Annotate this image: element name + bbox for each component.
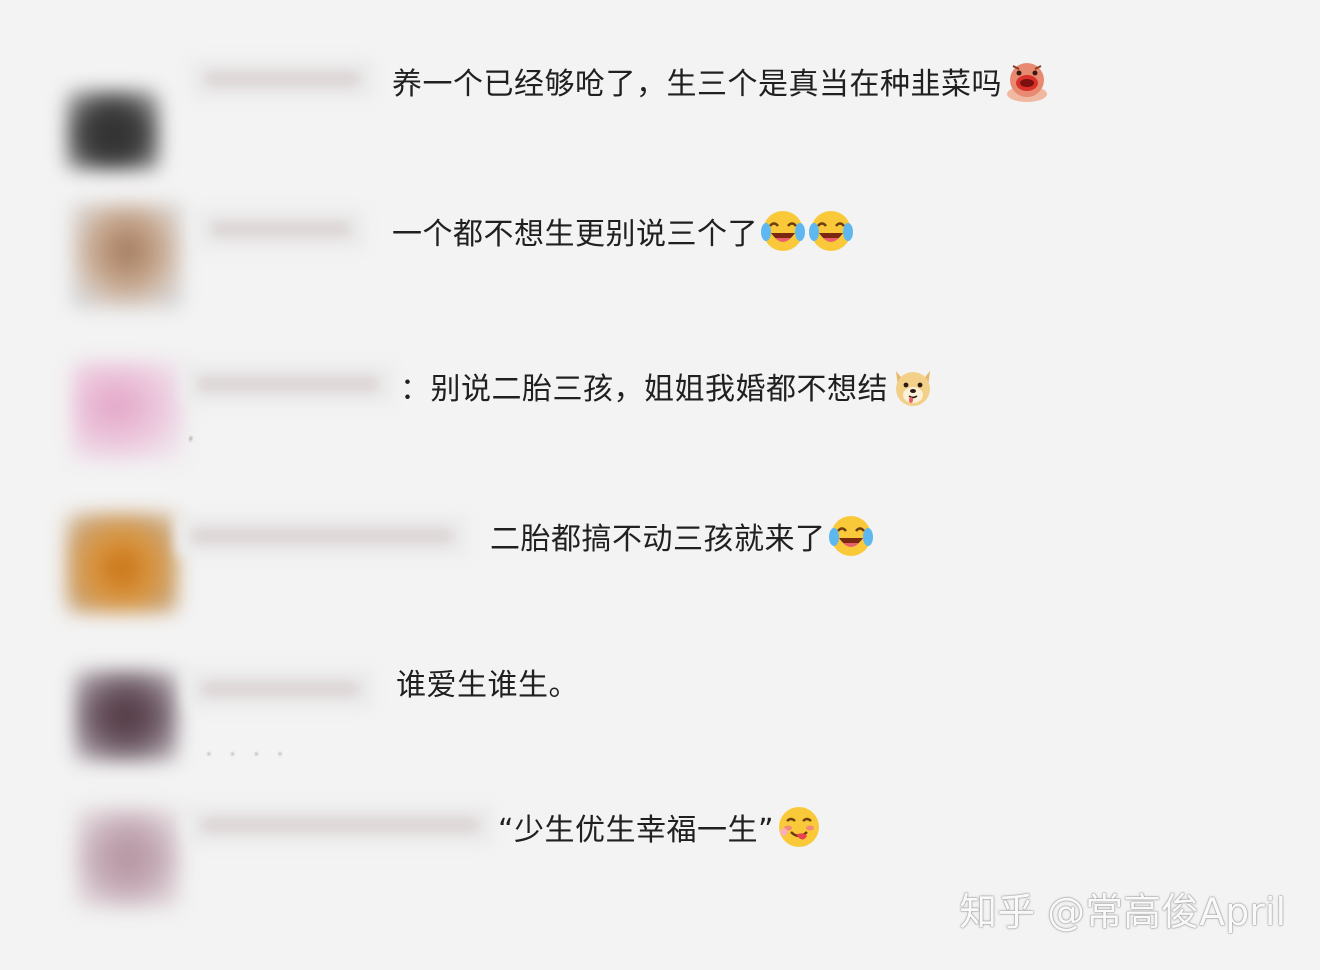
comment-item: 养一个已经够呛了，生三个是真当在种韭菜吗: [0, 40, 1320, 180]
username-blurred[interactable]: [176, 515, 468, 557]
avatar[interactable]: [66, 513, 178, 613]
avatar[interactable]: [72, 204, 182, 308]
comment-item: 一个都不想生更别说三个了: [0, 190, 1320, 330]
comment-text: ：别说二胎三孩，姐姐我婚都不想结: [400, 363, 936, 410]
username-blurred[interactable]: [186, 804, 494, 846]
laughing-crying-emoji-icon: [760, 208, 806, 254]
comment-text-content: 谁爱生谁生。: [396, 668, 579, 703]
comment-text-content: 一个都不想生更别说三个了: [392, 217, 758, 252]
comment-text-content: 二胎都搞不动三孩就来了: [490, 522, 826, 557]
comment-list: 养一个已经够呛了，生三个是真当在种韭菜吗 一个都不想生更别说三个了 , ：别说二…: [0, 0, 1320, 970]
blurred-mark: ,: [188, 423, 212, 444]
comment-text: “少生优生幸福一生”: [498, 804, 822, 851]
comment-text-content: ：别说二胎三孩，姐姐我婚都不想结: [400, 372, 888, 407]
username-blurred[interactable]: [196, 208, 366, 250]
doge-emoji-icon: [890, 363, 936, 409]
comment-text: 养一个已经够呛了，生三个是真当在种韭菜吗: [392, 58, 1050, 105]
comment-item: ···· 谁爱生谁生。: [0, 648, 1320, 788]
username-blurred[interactable]: [186, 668, 374, 710]
blurred-mark: ····: [206, 744, 301, 765]
avatar[interactable]: [66, 90, 160, 170]
comment-text-content: 养一个已经够呛了，生三个是真当在种韭菜吗: [392, 67, 1002, 102]
comment-item: , ：别说二胎三孩，姐姐我婚都不想结: [0, 345, 1320, 485]
yum-face-emoji-icon: [776, 804, 822, 850]
comment-text: 谁爱生谁生。: [396, 666, 579, 706]
laughing-crying-emoji-icon: [808, 208, 854, 254]
comment-text: 二胎都搞不动三孩就来了: [490, 513, 874, 560]
comment-text-content: “少生优生幸福一生”: [498, 813, 775, 848]
username-blurred[interactable]: [182, 363, 394, 405]
avatar[interactable]: [76, 808, 180, 908]
avatar[interactable]: [72, 361, 184, 461]
username-blurred[interactable]: [190, 58, 375, 100]
avatar[interactable]: [74, 670, 178, 762]
comment-item: 二胎都搞不动三孩就来了: [0, 495, 1320, 635]
watermark: 知乎 @常高俊April: [959, 890, 1286, 934]
pig-face-emoji-icon: [1004, 58, 1050, 104]
comment-text: 一个都不想生更别说三个了: [392, 208, 854, 255]
laughing-crying-emoji-icon: [828, 513, 874, 559]
